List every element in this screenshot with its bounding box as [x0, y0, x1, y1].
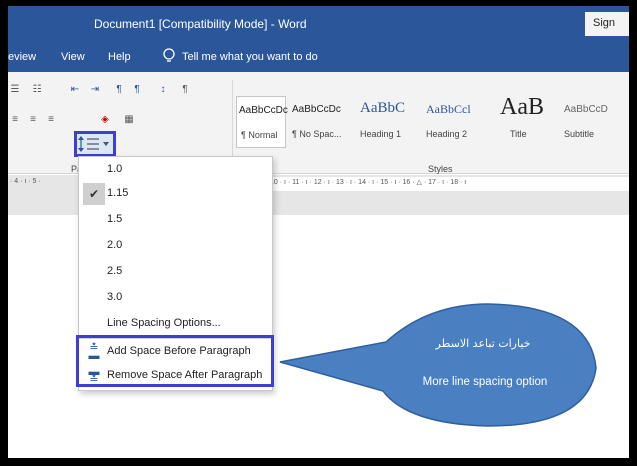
word-screenshot: Document1 [Compatibility Mode] - Word Si…	[8, 6, 629, 458]
callout-arabic-text: خيارات تباعد الاسطر	[435, 337, 531, 350]
callout-bubble	[279, 303, 597, 427]
callout-english-text: More line spacing option	[422, 376, 548, 388]
